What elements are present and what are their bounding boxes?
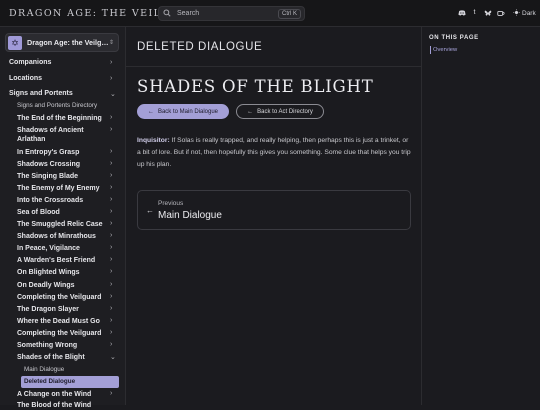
chevron-right-icon[interactable]: › bbox=[110, 256, 112, 263]
search-placeholder: Search bbox=[177, 10, 200, 17]
sidebar-item[interactable]: Completing the Veilguard bbox=[17, 329, 109, 338]
chevron-right-icon[interactable]: › bbox=[110, 293, 112, 300]
chevron-right-icon[interactable]: › bbox=[110, 208, 112, 215]
sidebar-item[interactable]: In Peace, Vigilance bbox=[17, 244, 109, 253]
sidebar-item[interactable]: Into the Crossroads bbox=[17, 196, 109, 205]
chevron-right-icon[interactable]: › bbox=[110, 244, 112, 251]
sun-icon bbox=[513, 9, 520, 18]
sidebar-section-locations[interactable]: Locations bbox=[9, 75, 42, 82]
back-to-act-directory-button[interactable]: ← Back to Act Directory bbox=[236, 104, 324, 119]
chevron-right-icon[interactable]: › bbox=[110, 59, 112, 66]
arrow-left-icon: ← bbox=[247, 108, 254, 115]
sidebar-item[interactable]: Shadows of Minrathous bbox=[17, 232, 109, 241]
sidebar-item[interactable]: The Blood of the Wind bbox=[17, 401, 109, 410]
speaker-name: Inquisitor: bbox=[137, 137, 170, 144]
button-label: Back to Main Dialogue bbox=[157, 108, 219, 115]
discord-icon[interactable] bbox=[458, 9, 466, 17]
search-input[interactable]: Search Ctrl K bbox=[158, 6, 305, 21]
sidebar-item[interactable]: In Entropy's Grasp bbox=[17, 148, 109, 157]
guide-logo-icon: ✡ bbox=[8, 35, 22, 50]
chevron-right-icon[interactable]: › bbox=[110, 114, 112, 121]
toc-link-overview[interactable]: Overview bbox=[433, 47, 457, 53]
sidebar-item[interactable]: The Singing Blade bbox=[17, 172, 109, 181]
sidebar-item[interactable]: The Enemy of My Enemy bbox=[17, 184, 109, 193]
sidebar-item-directory[interactable]: Signs and Portents Directory bbox=[17, 102, 97, 109]
sidebar-item[interactable]: On Deadly Wings bbox=[17, 281, 109, 290]
chevron-right-icon[interactable]: › bbox=[110, 305, 112, 312]
arrow-left-icon: ← bbox=[146, 206, 154, 215]
chevron-down-icon[interactable]: ⌄ bbox=[110, 90, 116, 98]
guide-selector[interactable]: ✡ Dragon Age: the Veilg… ⇕ bbox=[5, 33, 119, 52]
sidebar-item[interactable]: Where the Dead Must Go bbox=[17, 317, 109, 326]
chevron-right-icon[interactable]: › bbox=[110, 232, 112, 239]
arrow-left-icon: ← bbox=[147, 108, 154, 115]
chevron-right-icon[interactable]: › bbox=[110, 184, 112, 191]
sidebar-item[interactable]: The End of the Beginning bbox=[17, 114, 109, 123]
sidebar-section-signs-and-portents[interactable]: Signs and Portents bbox=[9, 90, 73, 97]
chevron-right-icon[interactable]: › bbox=[110, 75, 112, 82]
sidebar-item[interactable]: Completing the Veilguard bbox=[17, 293, 109, 302]
divider bbox=[126, 66, 421, 67]
chevron-right-icon[interactable]: › bbox=[110, 160, 112, 167]
chevron-right-icon[interactable]: › bbox=[110, 126, 112, 133]
previous-title: Main Dialogue bbox=[158, 210, 222, 221]
kofi-icon[interactable] bbox=[497, 9, 505, 17]
sidebar-item-current[interactable]: Shades of the Blight bbox=[17, 353, 109, 362]
sidebar-item[interactable]: On Blighted Wings bbox=[17, 268, 109, 277]
toc-title: ON THIS PAGE bbox=[429, 35, 479, 41]
guide-selector-label: Dragon Age: the Veilg… bbox=[27, 38, 109, 47]
chevron-right-icon[interactable]: › bbox=[110, 196, 112, 203]
bluesky-icon[interactable] bbox=[484, 9, 492, 17]
chevron-right-icon[interactable]: › bbox=[110, 148, 112, 155]
chevron-down-icon[interactable]: ⌄ bbox=[110, 353, 116, 361]
section-eyebrow: DELETED DIALOGUE bbox=[137, 41, 263, 53]
chevron-right-icon[interactable]: › bbox=[110, 390, 112, 397]
button-label: Back to Act Directory bbox=[257, 108, 313, 115]
sidebar-item[interactable]: Shadows Crossing bbox=[17, 160, 109, 169]
social-links: t bbox=[458, 9, 505, 17]
chevron-right-icon[interactable]: › bbox=[110, 281, 112, 288]
dialogue-paragraph: Inquisitor: If Solas is really trapped, … bbox=[137, 135, 411, 171]
chevron-right-icon[interactable]: › bbox=[110, 220, 112, 227]
chevron-updown-icon: ⇕ bbox=[108, 40, 114, 46]
sidebar-item[interactable]: Shadows of Ancient Arlathan bbox=[17, 126, 109, 144]
theme-label: Dark bbox=[522, 10, 536, 17]
sidebar-item[interactable]: A Change on the Wind bbox=[17, 390, 109, 399]
toc-active-indicator bbox=[430, 46, 431, 54]
sidebar-item[interactable]: A Warden's Best Friend bbox=[17, 256, 109, 265]
sidebar-item[interactable]: Something Wrong bbox=[17, 341, 109, 350]
tumblr-icon[interactable]: t bbox=[471, 9, 478, 17]
sidebar-leaf-deleted-dialogue[interactable]: Deleted Dialogue bbox=[21, 376, 119, 388]
chevron-right-icon[interactable]: › bbox=[110, 268, 112, 275]
theme-toggle[interactable]: Dark bbox=[513, 9, 536, 18]
sidebar-item[interactable]: The Smuggled Relic Case bbox=[17, 220, 109, 229]
page-title: SHADES OF THE BLIGHT bbox=[137, 77, 374, 96]
previous-page-link[interactable]: ← Previous Main Dialogue bbox=[137, 190, 411, 230]
chevron-right-icon[interactable]: › bbox=[110, 317, 112, 324]
sidebar-leaf-label: Deleted Dialogue bbox=[24, 378, 76, 385]
table-of-contents bbox=[421, 27, 540, 405]
sidebar-section-companions[interactable]: Companions bbox=[9, 59, 51, 66]
sidebar-item[interactable]: The Dragon Slayer bbox=[17, 305, 109, 314]
chevron-right-icon[interactable]: › bbox=[110, 341, 112, 348]
sidebar-leaf-main-dialogue[interactable]: Main Dialogue bbox=[24, 366, 64, 373]
chevron-right-icon[interactable]: › bbox=[110, 172, 112, 179]
search-shortcut: Ctrl K bbox=[278, 8, 301, 19]
previous-label: Previous bbox=[158, 200, 184, 207]
back-to-main-dialogue-button[interactable]: ← Back to Main Dialogue bbox=[137, 104, 229, 119]
search-icon bbox=[163, 8, 175, 19]
chevron-right-icon[interactable]: › bbox=[110, 329, 112, 336]
sidebar-item[interactable]: Sea of Blood bbox=[17, 208, 109, 217]
dialogue-text: If Solas is really trapped, and really h… bbox=[137, 137, 411, 168]
